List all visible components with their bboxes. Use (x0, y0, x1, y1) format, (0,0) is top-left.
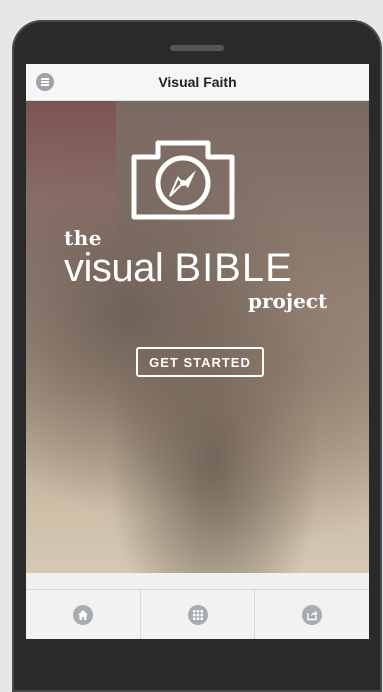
page-title: Visual Faith (158, 74, 237, 90)
logo-text-visual-bible: visual BIBLE (64, 245, 293, 291)
logo-text-project: project (248, 289, 328, 313)
hero-banner: the visual BIBLE project GET STARTED (26, 101, 369, 573)
phone-speaker (170, 45, 224, 51)
get-started-button[interactable]: GET STARTED (136, 347, 264, 377)
tab-grid[interactable] (141, 590, 256, 639)
app-header: Visual Faith (26, 64, 369, 101)
app-screen: Visual Faith the visual BIBLE project GE… (26, 64, 369, 639)
camera-compass-icon (131, 140, 235, 220)
home-icon (72, 605, 93, 625)
tab-home[interactable] (26, 590, 141, 639)
share-icon (302, 605, 323, 625)
menu-icon[interactable] (36, 73, 54, 91)
content-footer (26, 573, 369, 589)
logo-text-visual: visual (64, 246, 164, 290)
bottom-tab-bar (26, 589, 369, 639)
logo-text-bible: BIBLE (174, 246, 293, 290)
grid-icon (187, 605, 208, 625)
tab-share[interactable] (255, 590, 369, 639)
